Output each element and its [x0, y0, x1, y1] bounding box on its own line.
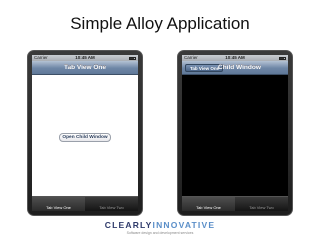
tab-view-one[interactable]: Tab View One — [182, 197, 235, 211]
slide-title: Simple Alloy Application — [70, 14, 250, 33]
open-child-window-button[interactable]: Open Child Window — [59, 133, 111, 142]
nav-title: Tab View One — [63, 64, 107, 71]
tab-view-two[interactable]: Tab View Two — [235, 197, 288, 211]
company-tagline: Software design and development services — [126, 231, 194, 235]
device-screen-left: Carrier 10:45 AM Tab View One Open Child… — [32, 55, 138, 211]
battery-icon — [279, 56, 286, 60]
device-screen-right: Carrier 10:45 AM Tab View One Child Wind… — [182, 55, 288, 211]
battery-icon — [129, 56, 136, 60]
device-frame-right: Carrier 10:45 AM Tab View One Child Wind… — [177, 50, 293, 216]
logo-text-accent: INNOVATIVE — [152, 220, 216, 230]
company-logo: CLEARLYINNOVATIVE — [0, 220, 320, 230]
tab-view-two[interactable]: Tab View Two — [85, 197, 138, 211]
device-frame-left: Carrier 10:45 AM Tab View One Open Child… — [27, 50, 143, 216]
tab-bar: Tab View One Tab View Two — [182, 196, 288, 211]
navigation-bar: Tab View One — [32, 61, 138, 75]
tab-bar: Tab View One Tab View Two — [32, 196, 138, 211]
logo-text-primary: CLEARLY — [104, 220, 153, 230]
tab-view-one[interactable]: Tab View One — [32, 197, 85, 211]
nav-title: Child Window — [218, 64, 261, 71]
navigation-bar: Tab View One Child Window — [182, 61, 288, 75]
